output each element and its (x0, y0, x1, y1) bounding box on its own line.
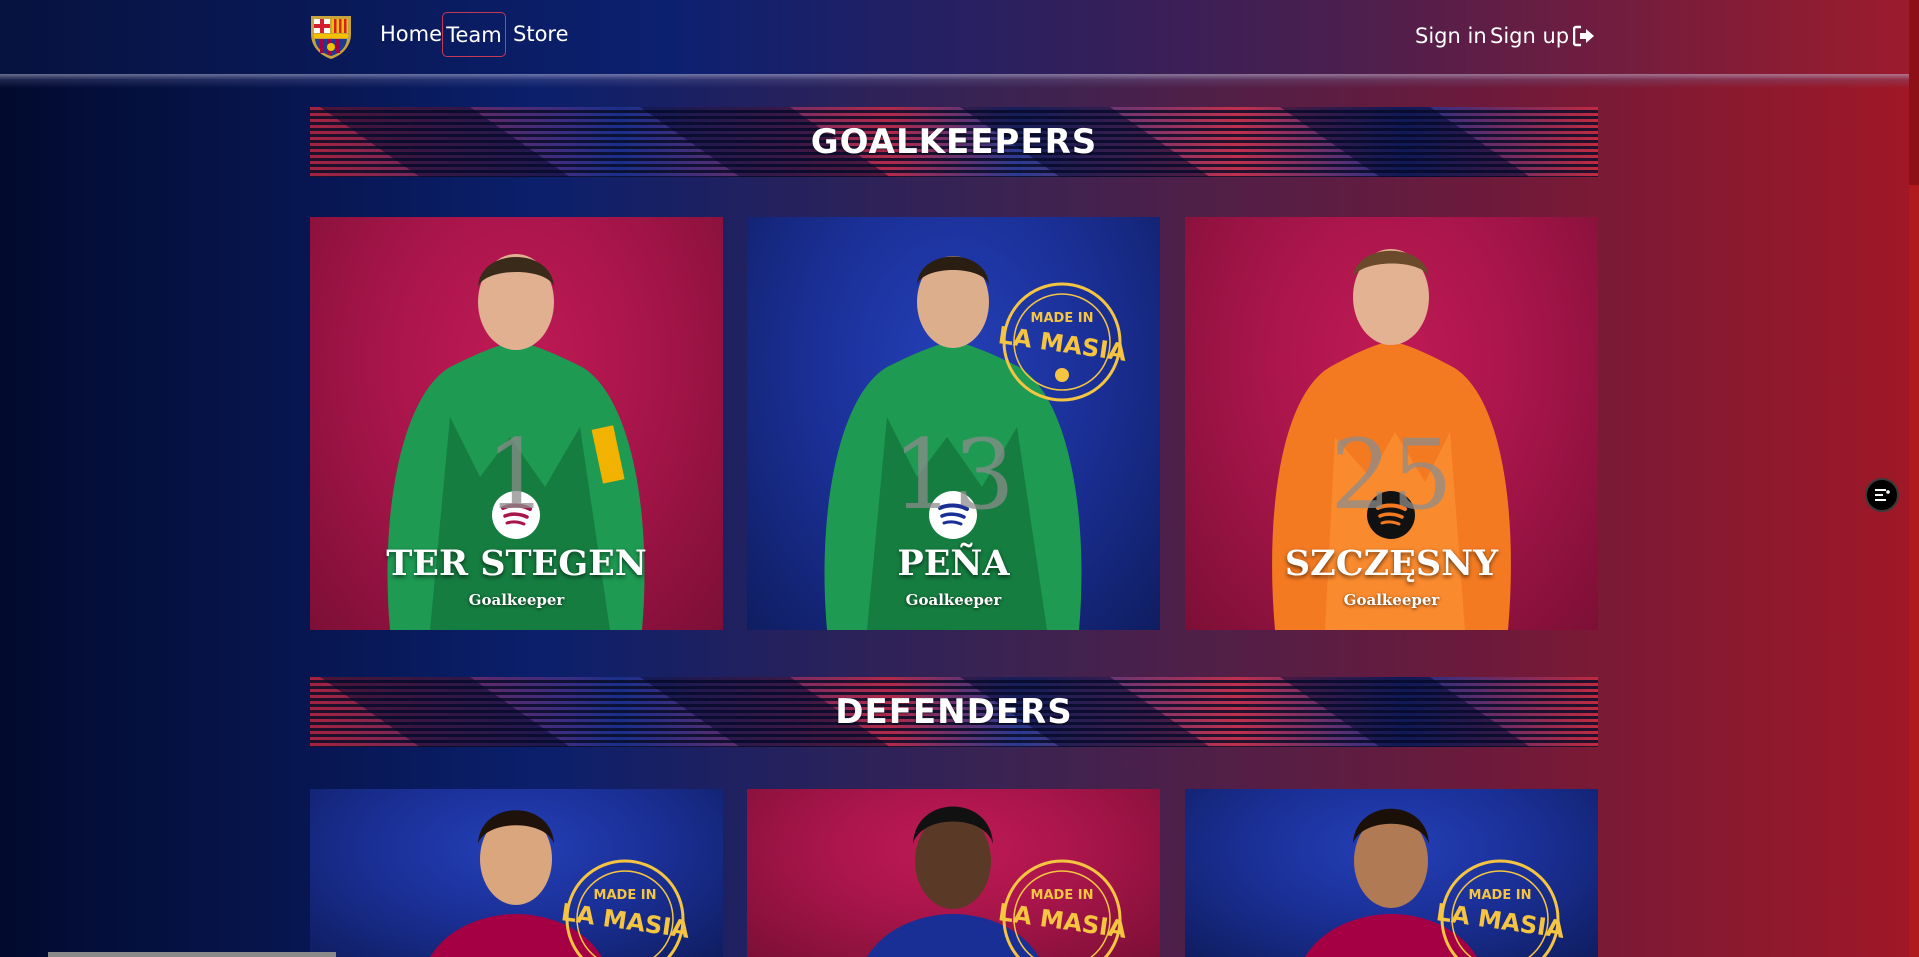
player-card-pena[interactable]: MADE IN LA MASIA 13 PEÑA Goalkeeper (747, 217, 1160, 630)
player-number: 13 (892, 419, 1015, 531)
section-title-defenders: DEFENDERS (835, 692, 1073, 732)
made-in-la-masia-badge: MADE IN LA MASIA (560, 859, 690, 957)
player-card-ter-stegen[interactable]: 1 TER STEGEN Goalkeeper (310, 217, 723, 630)
sign-out-icon[interactable] (1573, 25, 1595, 47)
player-position: Goalkeeper (1343, 591, 1440, 609)
player-name: PEÑA (897, 543, 1010, 584)
player-number: 25 (1330, 419, 1453, 531)
player-number: 1 (485, 419, 548, 531)
scrollbar-thumb[interactable] (1909, 0, 1919, 185)
floating-menu-button[interactable] (1865, 478, 1899, 512)
player-card-defender-1[interactable]: MADE IN LA MASIA (310, 789, 723, 957)
masia-line1: MADE IN (1469, 888, 1532, 903)
masia-line1: MADE IN (1031, 888, 1094, 903)
section-title-goalkeepers: GOALKEEPERS (810, 122, 1098, 162)
navbar-shadow (0, 74, 1909, 88)
player-position: Goalkeeper (905, 591, 1002, 609)
barca-crest-logo[interactable] (308, 12, 354, 60)
section-banner-goalkeepers: GOALKEEPERS (310, 107, 1598, 177)
player-position: Goalkeeper (468, 591, 565, 609)
top-navbar (0, 0, 1909, 74)
list-menu-icon (1875, 489, 1890, 501)
nav-link-store[interactable]: Store (513, 22, 569, 46)
player-card-defender-2[interactable]: MADE IN LA MASIA (747, 789, 1160, 957)
sign-in-link[interactable]: Sign in (1415, 24, 1487, 48)
nav-link-team[interactable]: Team (442, 12, 506, 57)
sign-up-link[interactable]: Sign up (1490, 24, 1569, 48)
player-card-defender-3[interactable]: MADE IN LA MASIA (1185, 789, 1598, 957)
made-in-la-masia-badge: MADE IN LA MASIA (1435, 859, 1565, 957)
player-name: TER STEGEN (386, 543, 647, 584)
section-banner-defenders: DEFENDERS (310, 677, 1598, 747)
masia-line1: MADE IN (1031, 311, 1094, 326)
player-name: SZCZĘSNY (1284, 543, 1499, 584)
masia-line1: MADE IN (594, 888, 657, 903)
made-in-la-masia-badge: MADE IN LA MASIA (997, 282, 1127, 402)
nav-link-home[interactable]: Home (380, 22, 442, 46)
horizontal-scrollbar[interactable] (48, 952, 336, 957)
made-in-la-masia-badge: MADE IN LA MASIA (997, 859, 1127, 957)
player-card-szczesny[interactable]: 25 SZCZĘSNY Goalkeeper (1185, 217, 1598, 630)
